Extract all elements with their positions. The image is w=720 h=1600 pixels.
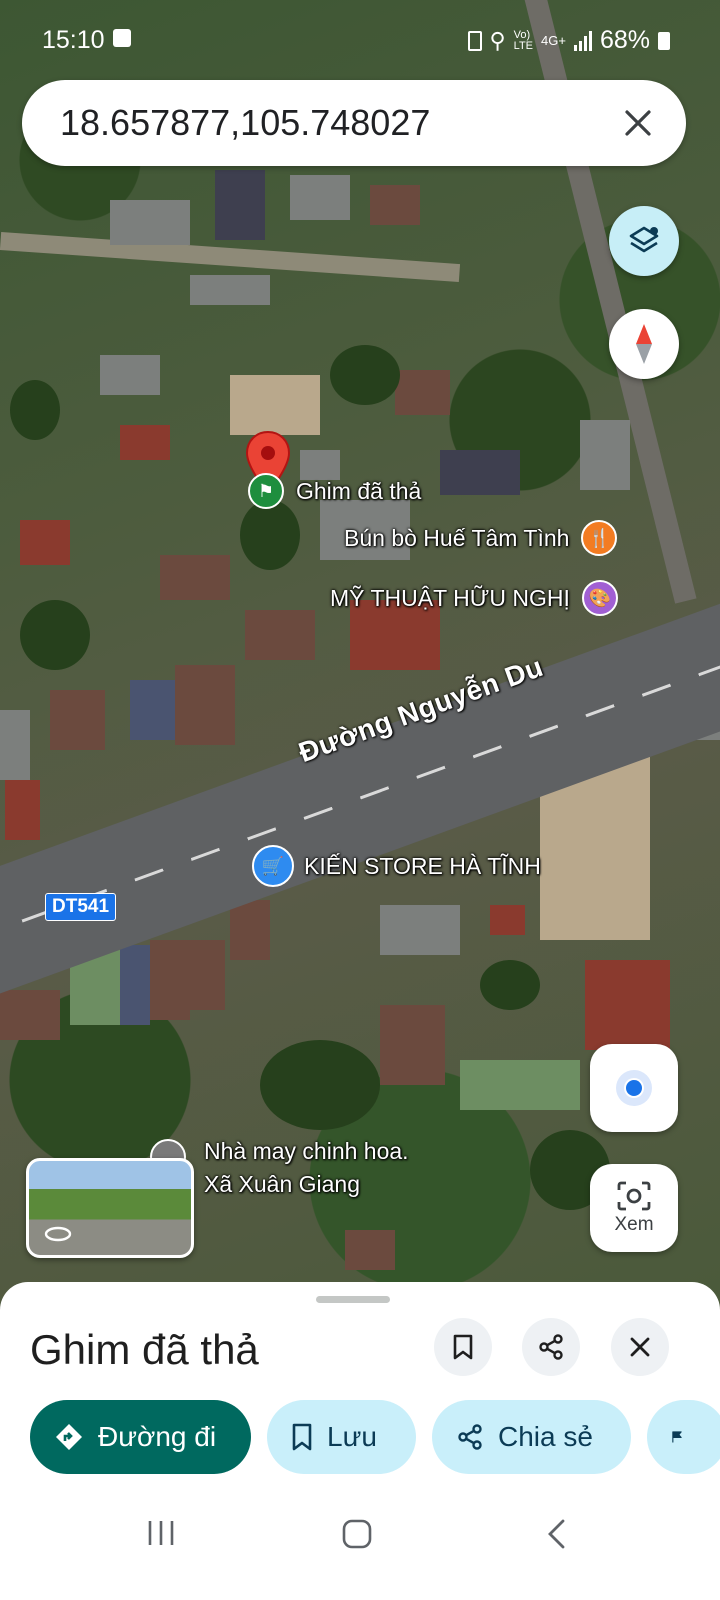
location-icon: ⚲ xyxy=(489,27,506,53)
save-label: Lưu xyxy=(327,1421,377,1452)
clear-search-button[interactable] xyxy=(608,93,668,153)
place-label: Nhà may chinh hoa. Xã Xuân Giang xyxy=(204,1138,409,1197)
lens-view-button[interactable]: Xem xyxy=(590,1164,678,1252)
close-icon xyxy=(625,110,651,136)
back-icon[interactable] xyxy=(545,1518,567,1550)
volte-icon: Vo) LTE xyxy=(513,28,534,52)
battery-level: 68% xyxy=(599,26,650,54)
place-label: KIẾN STORE HÀ TĨNH xyxy=(304,852,541,879)
system-navigation-bar xyxy=(0,1490,720,1600)
checkbox-notification-icon xyxy=(113,29,131,47)
place-marker-kien-store[interactable]: 🛒 KIẾN STORE HÀ TĨNH xyxy=(252,845,541,887)
signal-icon xyxy=(573,30,592,51)
place-marker-bun-bo[interactable]: Bún bò Huế Tâm Tình 🍴 xyxy=(344,520,618,556)
place-label: MỸ THUẬT HỮU NGHỊ xyxy=(330,584,570,611)
close-icon xyxy=(630,1337,650,1357)
dropped-pin-marker[interactable]: ⚑ Ghim đã thả xyxy=(248,473,421,509)
place-title: Ghim đã thả xyxy=(30,1326,259,1373)
street-view-thumbnail[interactable] xyxy=(26,1158,194,1258)
recent-apps-icon[interactable] xyxy=(146,1518,176,1548)
share-chip-button[interactable]: Chia sẻ xyxy=(432,1400,631,1474)
drag-handle[interactable] xyxy=(316,1296,390,1303)
map-layers-button[interactable] xyxy=(609,206,679,276)
status-time: 15:10 xyxy=(42,26,105,54)
flag-icon: ⚑ xyxy=(248,473,284,509)
home-icon[interactable] xyxy=(341,1518,373,1550)
rotate-360-icon xyxy=(44,1226,72,1242)
lens-label: Xem xyxy=(614,1214,654,1235)
directions-icon xyxy=(56,1424,82,1450)
bookmark-button[interactable] xyxy=(434,1318,492,1376)
compass-icon xyxy=(636,324,652,364)
place-marker-my-thuat[interactable]: MỸ THUẬT HỮU NGHỊ 🎨 xyxy=(330,580,618,616)
network-type: 4G+ xyxy=(541,33,566,48)
action-chips: Đường đi Lưu Chia sẻ xyxy=(30,1400,720,1474)
restaurant-icon: 🍴 xyxy=(581,520,618,556)
palette-icon: 🎨 xyxy=(581,580,618,616)
search-input[interactable]: 18.657877,105.748027 xyxy=(60,102,608,144)
place-label: Bún bò Huế Tâm Tình xyxy=(344,524,570,551)
route-badge: DT541 xyxy=(45,893,117,921)
share-label: Chia sẻ xyxy=(498,1421,593,1452)
compass-button[interactable] xyxy=(609,309,679,379)
camera-scan-icon xyxy=(617,1181,651,1211)
flag-icon xyxy=(672,1431,682,1443)
directions-label: Đường đi xyxy=(98,1421,217,1452)
directions-button[interactable]: Đường đi xyxy=(30,1400,251,1474)
bookmark-icon xyxy=(453,1334,473,1360)
my-location-button[interactable] xyxy=(590,1044,678,1132)
bookmark-icon xyxy=(292,1423,312,1451)
close-button[interactable] xyxy=(611,1318,669,1376)
my-location-icon xyxy=(616,1070,652,1106)
status-indicators: ⚲ Vo) LTE 4G+ 68% xyxy=(467,26,670,55)
status-bar: 15:10 ⚲ Vo) LTE 4G+ 68% xyxy=(0,0,720,80)
layers-icon xyxy=(629,226,659,253)
share-button[interactable] xyxy=(522,1318,580,1376)
search-bar[interactable]: 18.657877,105.748027 xyxy=(22,80,686,166)
shopping-cart-icon: 🛒 xyxy=(252,845,294,887)
sim-icon xyxy=(467,30,482,51)
report-button[interactable] xyxy=(647,1400,720,1474)
pin-label: Ghim đã thả xyxy=(296,477,422,504)
share-icon xyxy=(539,1334,563,1360)
share-icon xyxy=(458,1424,482,1450)
battery-icon xyxy=(658,31,670,50)
save-button[interactable]: Lưu xyxy=(267,1400,416,1474)
